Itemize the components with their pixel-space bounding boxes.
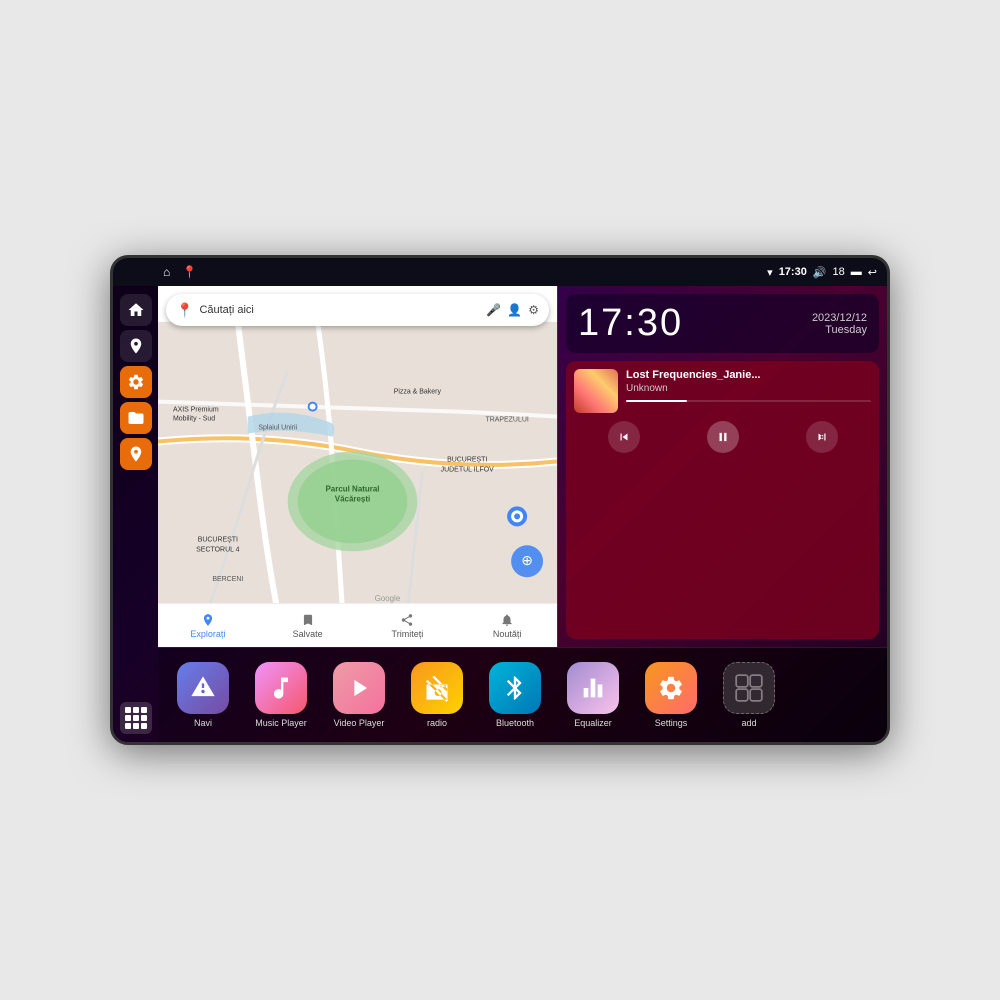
svg-text:BERCENI: BERCENI (212, 576, 243, 583)
music-player-label: Music Player (255, 718, 307, 728)
back-button[interactable]: ↩ (868, 266, 877, 279)
music-info: Lost Frequencies_Janie... Unknown (626, 369, 871, 408)
svg-text:SECTORUL 4: SECTORUL 4 (196, 546, 239, 553)
music-title: Lost Frequencies_Janie... (626, 369, 871, 381)
radio-label: radio (427, 718, 447, 728)
clock-date: 2023/12/12 Tuesday (812, 312, 867, 336)
music-controls (574, 421, 871, 453)
map-nav-news-label: Noutăți (493, 629, 522, 639)
clock-date-value: 2023/12/12 (812, 312, 867, 324)
device-shell: ⌂ 📍 ▾ 17:30 🔊 18 ▬ ↩ (110, 255, 890, 745)
album-art-image (574, 369, 618, 413)
map-nav-saved-label: Salvate (293, 629, 323, 639)
app-bluetooth[interactable]: Bluetooth (480, 662, 550, 728)
mic-icon[interactable]: 🎤 (486, 303, 501, 317)
video-player-icon (333, 662, 385, 714)
sidebar (113, 286, 158, 742)
add-icon (723, 662, 775, 714)
account-icon[interactable]: 👤 (507, 303, 522, 317)
clock-widget: 17:30 2023/12/12 Tuesday (566, 294, 879, 353)
app-grid-section: Navi Music Player Video Player (158, 647, 887, 742)
app-radio[interactable]: radio (402, 662, 472, 728)
app-settings[interactable]: Settings (636, 662, 706, 728)
svg-text:Google: Google (375, 594, 401, 603)
battery-level: 18 (833, 266, 845, 278)
equalizer-label: Equalizer (574, 718, 612, 728)
music-progress-fill (626, 400, 687, 402)
bluetooth-icon (489, 662, 541, 714)
map-section[interactable]: 📍 Căutați aici 🎤 👤 ⚙ (158, 286, 558, 647)
add-label: add (741, 718, 756, 728)
more-icon[interactable]: ⚙ (528, 303, 539, 317)
battery-icon: ▬ (851, 266, 862, 278)
map-bottom-nav: Explorați Salvate Trimiteți Noutăți (158, 603, 557, 647)
map-canvas: Parcul Natural Văcărești BUCUREȘTI JUDET… (158, 286, 557, 647)
sidebar-item-home[interactable] (120, 294, 152, 326)
music-top: Lost Frequencies_Janie... Unknown (574, 369, 871, 413)
grid-dots-icon (125, 707, 147, 729)
svg-text:BUCUREȘTI: BUCUREȘTI (198, 536, 238, 543)
settings-label: Settings (655, 718, 688, 728)
home-status-icon[interactable]: ⌂ (163, 265, 170, 279)
status-bar: ⌂ 📍 ▾ 17:30 🔊 18 ▬ ↩ (113, 258, 887, 286)
sidebar-item-navigation[interactable] (120, 438, 152, 470)
music-prev-button[interactable] (608, 421, 640, 453)
wifi-icon: ▾ (767, 266, 773, 279)
sidebar-item-files[interactable] (120, 402, 152, 434)
status-bar-right: ▾ 17:30 🔊 18 ▬ ↩ (767, 266, 877, 279)
music-widget: Lost Frequencies_Janie... Unknown (566, 361, 879, 639)
map-nav-explore-label: Explorați (190, 629, 225, 639)
volume-icon: 🔊 (813, 266, 827, 279)
svg-text:JUDETUL ILFOV: JUDETUL ILFOV (441, 466, 495, 473)
svg-text:Parcul Natural: Parcul Natural (325, 484, 379, 493)
status-time: 17:30 (779, 266, 807, 278)
maps-status-icon[interactable]: 📍 (182, 265, 197, 279)
app-navi[interactable]: Navi (168, 662, 238, 728)
music-artist: Unknown (626, 383, 871, 394)
navi-label: Navi (194, 718, 212, 728)
app-add[interactable]: add (714, 662, 784, 728)
sidebar-item-maps[interactable] (120, 330, 152, 362)
clock-time: 17:30 (578, 302, 683, 345)
app-music-player[interactable]: Music Player (246, 662, 316, 728)
map-nav-share[interactable]: Trimiteți (358, 604, 458, 647)
status-bar-left: ⌂ 📍 (163, 265, 197, 279)
svg-text:BUCUREȘTI: BUCUREȘTI (447, 457, 487, 464)
svg-text:⊕: ⊕ (521, 552, 533, 568)
maps-logo-icon: 📍 (176, 302, 193, 319)
main-screen: 📍 Căutați aici 🎤 👤 ⚙ (113, 286, 887, 742)
music-player-icon (255, 662, 307, 714)
map-nav-news[interactable]: Noutăți (457, 604, 557, 647)
settings-icon (645, 662, 697, 714)
svg-text:Pizza & Bakery: Pizza & Bakery (394, 389, 442, 396)
map-nav-share-label: Trimiteți (392, 629, 424, 639)
video-player-label: Video Player (334, 718, 385, 728)
svg-text:AXIS Premium: AXIS Premium (173, 407, 219, 414)
svg-text:Mobility - Sud: Mobility - Sud (173, 416, 215, 423)
svg-text:Văcărești: Văcărești (335, 494, 370, 503)
map-nav-saved[interactable]: Salvate (258, 604, 358, 647)
right-panel: 17:30 2023/12/12 Tuesday (558, 286, 887, 647)
svg-text:TRAPEZULUI: TRAPEZULUI (485, 417, 528, 424)
map-search-input[interactable]: Căutați aici (199, 304, 480, 316)
top-row: 📍 Căutați aici 🎤 👤 ⚙ (158, 286, 887, 647)
bluetooth-label: Bluetooth (496, 718, 534, 728)
sidebar-item-app-grid[interactable] (120, 702, 152, 734)
music-next-button[interactable] (806, 421, 838, 453)
app-equalizer[interactable]: Equalizer (558, 662, 628, 728)
map-search-bar[interactable]: 📍 Căutați aici 🎤 👤 ⚙ (166, 294, 549, 326)
map-nav-explore[interactable]: Explorați (158, 604, 258, 647)
sidebar-item-settings[interactable] (120, 366, 152, 398)
app-video-player[interactable]: Video Player (324, 662, 394, 728)
music-album-art (574, 369, 618, 413)
navi-icon (177, 662, 229, 714)
music-play-pause-button[interactable] (707, 421, 739, 453)
main-content: 📍 Căutați aici 🎤 👤 ⚙ (158, 286, 887, 742)
radio-icon (411, 662, 463, 714)
svg-text:Splaiul Unirii: Splaiul Unirii (258, 425, 297, 432)
music-progress-bar (626, 400, 871, 402)
equalizer-icon (567, 662, 619, 714)
clock-day-value: Tuesday (812, 324, 867, 336)
